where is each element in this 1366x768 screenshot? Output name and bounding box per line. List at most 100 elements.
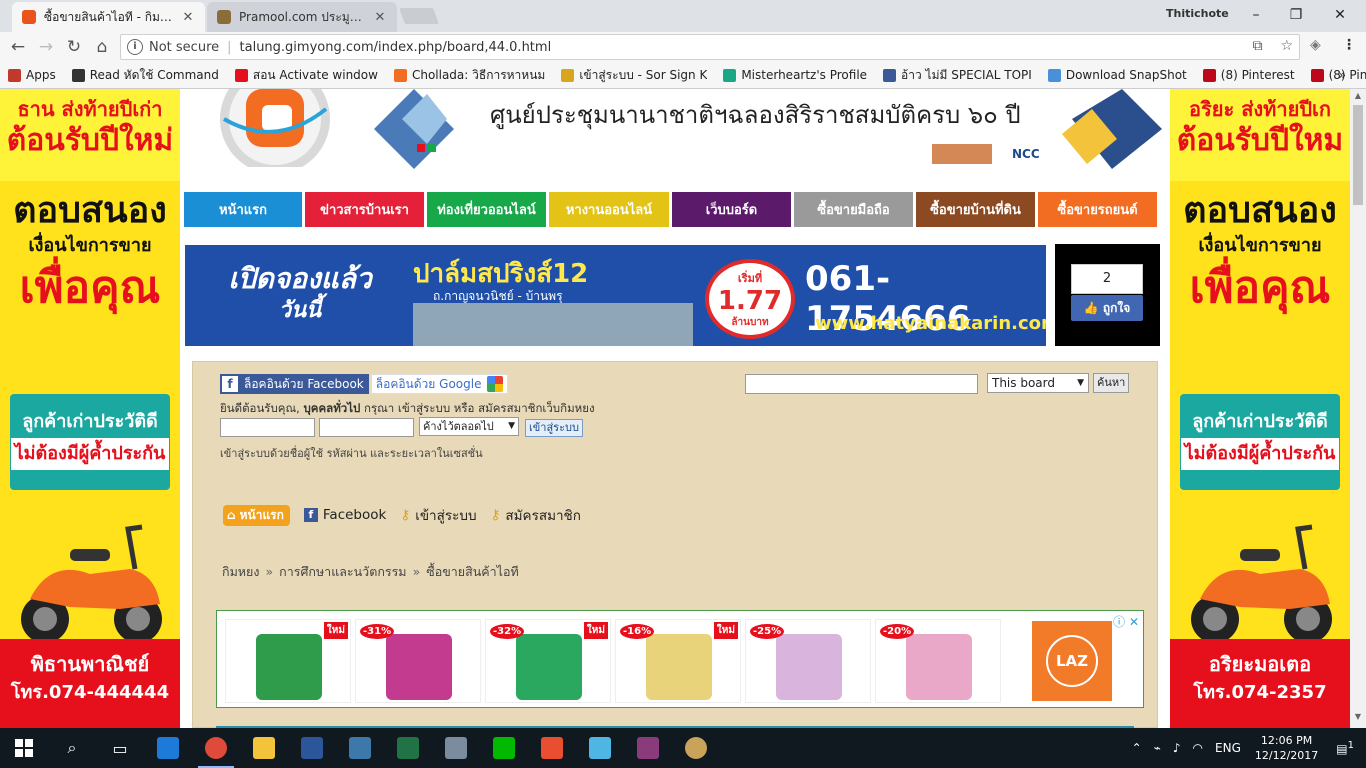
tab-pramool[interactable]: Pramool.com ประมูล ซื้อขาย ✕ xyxy=(207,2,397,32)
clock[interactable]: 12:06 PM 12/12/2017 xyxy=(1255,733,1318,763)
reload-button[interactable]: ↻ xyxy=(60,34,88,60)
taskbar-notepad[interactable] xyxy=(576,728,624,768)
palm-springs-banner[interactable]: เปิดจองแล้ว วันนี้ ปาล์มสปริงส์12 ถ.กาญจ… xyxy=(185,245,1046,346)
taskbar-image-viewer[interactable] xyxy=(432,728,480,768)
nav-item[interactable]: ซื้อขายบ้านที่ดิน xyxy=(916,192,1035,227)
breadcrumb-item[interactable]: ซื้อขายสินค้าไอที xyxy=(426,564,518,579)
notification-icon[interactable]: ▤1 xyxy=(1336,740,1354,756)
bookmark-item[interactable]: Download SnapShot xyxy=(1047,68,1187,82)
menu-register[interactable]: ⚷ สมัครสมาชิก xyxy=(491,504,581,526)
bookmark-item[interactable]: Apps xyxy=(8,68,56,82)
page-scrollbar[interactable]: ▲ ▼ xyxy=(1350,89,1366,728)
network-icon[interactable]: ⌁ xyxy=(1154,741,1161,755)
home-button[interactable]: ⌂ xyxy=(88,34,116,60)
nav-item[interactable]: หางานออนไลน์ xyxy=(549,192,669,227)
new-tab-button[interactable] xyxy=(399,8,439,24)
nav-item[interactable]: เว็บบอร์ด xyxy=(672,192,791,227)
scroll-down-icon[interactable]: ▼ xyxy=(1350,712,1366,726)
product-tile[interactable]: ใหม่ -16% xyxy=(615,619,741,703)
nav-item[interactable]: ซื้อขายมือถือ xyxy=(794,192,913,227)
bookmark-item[interactable]: (8) Pinterest xyxy=(1202,68,1295,82)
product-tile[interactable]: ใหม่ -32% xyxy=(485,619,611,703)
bookmark-star-icon[interactable]: ☆ xyxy=(1280,38,1293,54)
right-side-ad[interactable]: อริยะ ส่งท้ายปีเก ต้อนรับปีใหม ตอบสนอง เ… xyxy=(1170,89,1350,728)
ad-teal-line: ลูกค้าเก่าประวัติดี xyxy=(1192,411,1328,432)
nav-item[interactable]: ท่องเที่ยวออนไลน์ xyxy=(427,192,546,227)
bookmark-item[interactable]: Chollada: วิธีการหาหนม xyxy=(393,66,545,85)
lazada-ad-strip[interactable]: LAZ ⓘ ✕ ใหม่ -31% ใหม่ -32% ใหม่ -16% -25% -20% xyxy=(216,610,1144,708)
url-text[interactable]: talung.gimyong.com/index.php/board,44.0.… xyxy=(240,40,552,55)
taskbar-excel[interactable] xyxy=(384,728,432,768)
tab-gimyong[interactable]: ซื้อขายสินค้าไอที - กิมหยง ✕ xyxy=(12,2,205,32)
profile-name[interactable]: Thitichote xyxy=(1166,7,1229,20)
google-login-button[interactable]: ล็อคอินด้วย Google xyxy=(370,374,509,394)
close-window-button[interactable]: ✕ xyxy=(1324,4,1356,26)
ncc-banner[interactable]: ศูนย์ประชุมนานาชาติฯฉลองสิริราชสมบัติครบ… xyxy=(372,89,1162,177)
back-button[interactable]: ← xyxy=(4,34,32,60)
task-view-button[interactable]: ▭ xyxy=(96,728,144,768)
welcome-login-link[interactable]: เข้าสู่ระบบ xyxy=(398,401,450,415)
bookmark-item[interactable]: Misterheartz's Profile xyxy=(723,68,867,82)
taskbar-winrar[interactable] xyxy=(624,728,672,768)
language-indicator[interactable]: ENG xyxy=(1215,741,1241,755)
search-scope-select[interactable]: This board ▼ xyxy=(987,373,1089,393)
extension-icon[interactable]: ◈ xyxy=(1310,37,1321,53)
session-length-select[interactable]: ค้างไว้ตลอดไป ▼ xyxy=(419,417,519,436)
bookmark-item[interactable]: Read หัดใช้ Command xyxy=(71,66,219,85)
welcome-register-link[interactable]: สมัครสมาชิกเว็บกิมหยง xyxy=(478,401,594,415)
taskbar-word[interactable] xyxy=(288,728,336,768)
taskbar-chrome[interactable] xyxy=(192,728,240,768)
like-button[interactable]: 👍 ถูกใจ xyxy=(1071,295,1143,321)
gimyong-logo[interactable] xyxy=(216,89,334,167)
login-button[interactable]: เข้าสู่ระบบ xyxy=(525,419,583,437)
taskbar-line[interactable] xyxy=(480,728,528,768)
scrollbar-thumb[interactable] xyxy=(1353,105,1363,205)
taskbar-python[interactable] xyxy=(336,728,384,768)
start-button[interactable] xyxy=(0,728,48,768)
breadcrumb-item[interactable]: กิมหยง xyxy=(222,564,259,579)
username-field[interactable] xyxy=(220,418,315,437)
maximize-button[interactable]: ❐ xyxy=(1280,4,1312,26)
close-tab-icon[interactable]: ✕ xyxy=(181,10,195,25)
bookmark-item[interactable]: สอน Activate window xyxy=(234,66,378,85)
facebook-login-button[interactable]: f ล็อคอินด้วย Facebook xyxy=(220,374,369,394)
minimize-button[interactable]: – xyxy=(1240,4,1272,26)
forward-button[interactable]: → xyxy=(32,34,60,60)
address-bar[interactable]: i Not secure | talung.gimyong.com/index.… xyxy=(120,34,1300,60)
taskbar-edge[interactable] xyxy=(144,728,192,768)
lazada-logo[interactable]: LAZ xyxy=(1032,621,1112,701)
forum-search-input[interactable] xyxy=(745,374,978,394)
search-button[interactable]: ⌕ xyxy=(48,728,96,768)
bookmark-item[interactable]: เข้าสู่ระบบ - Sor Sign K xyxy=(561,66,707,85)
bookmark-item[interactable]: อ้าว ไม่มี SPECIAL TOPI xyxy=(883,66,1032,85)
search-button[interactable]: ค้นหา xyxy=(1093,373,1130,393)
product-tile[interactable]: -31% xyxy=(355,619,481,703)
translate-icon[interactable]: ⧉ xyxy=(1253,38,1263,54)
chrome-menu-icon[interactable]: ⋮ xyxy=(1342,37,1356,53)
left-side-ad[interactable]: ธาน ส่งท้ายปีเก่า ต้อนรับปีใหม่ ตอบสนอง … xyxy=(0,89,180,728)
wifi-icon[interactable]: ◠ xyxy=(1193,741,1203,755)
nav-item[interactable]: ซื้อขายรถยนต์ xyxy=(1038,192,1157,227)
breadcrumb-item[interactable]: การศึกษาและนวัตกรรม xyxy=(279,564,406,579)
close-tab-icon[interactable]: ✕ xyxy=(373,10,387,25)
nav-item[interactable]: หน้าแรก xyxy=(184,192,302,227)
scroll-up-icon[interactable]: ▲ xyxy=(1350,91,1366,105)
product-tile[interactable]: -20% xyxy=(875,619,1001,703)
menu-login[interactable]: ⚷ เข้าสู่ระบบ xyxy=(400,504,476,526)
ad-choices-icon[interactable]: ⓘ ✕ xyxy=(1113,613,1139,630)
promo-website: www.hatyainakarin.com xyxy=(815,313,1046,334)
menu-home[interactable]: ⌂ หน้าแรก xyxy=(223,504,290,526)
nav-item[interactable]: ข่าวสารบ้านเรา xyxy=(305,192,424,227)
product-tile[interactable]: ใหม่ xyxy=(225,619,351,703)
taskbar-git[interactable] xyxy=(528,728,576,768)
taskbar-file-explorer[interactable] xyxy=(240,728,288,768)
tray-chevron-icon[interactable]: ⌃ xyxy=(1132,741,1142,755)
site-info-icon[interactable]: i xyxy=(127,39,143,55)
taskbar-paint[interactable] xyxy=(672,728,720,768)
volume-icon[interactable]: ♪ xyxy=(1173,741,1181,755)
product-tile[interactable]: -25% xyxy=(745,619,871,703)
password-field[interactable] xyxy=(319,418,414,437)
ad-dealer-name: พิธานพาณิชย์ xyxy=(30,652,150,676)
bookmarks-overflow-button[interactable]: » xyxy=(1339,68,1346,82)
menu-facebook[interactable]: f Facebook xyxy=(303,507,386,523)
